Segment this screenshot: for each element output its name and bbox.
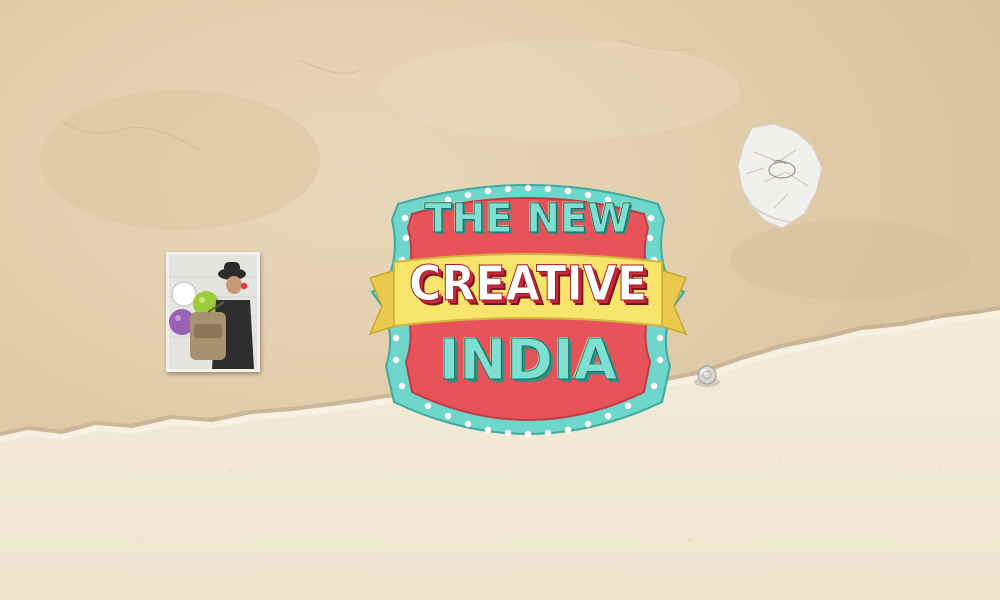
crumpled-paper-icon [737, 123, 823, 229]
logo-line-the-new: THE NEW [424, 196, 632, 243]
pinned-photo-icon [166, 252, 260, 372]
title-card: THE NEW CREATIVE INDIA [0, 0, 1000, 600]
thumbtack-icon [694, 365, 720, 387]
logo-line-india: INDIA [438, 328, 618, 394]
show-logo-badge: THE NEW CREATIVE INDIA [368, 166, 688, 450]
logo-line-creative: CREATIVE [408, 256, 648, 313]
